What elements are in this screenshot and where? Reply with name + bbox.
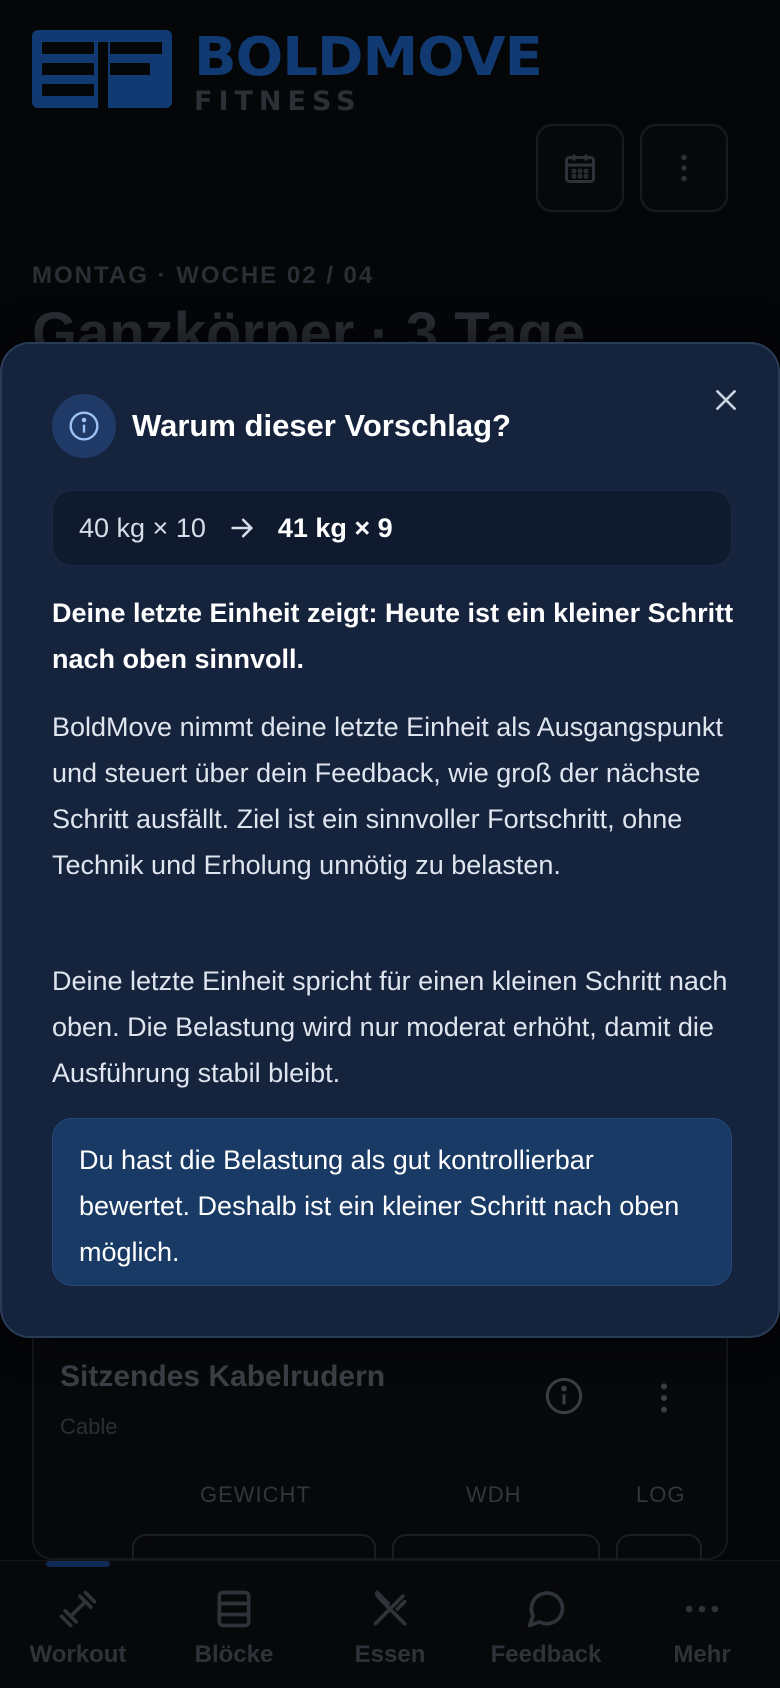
nav-item-mehr[interactable]: Mehr xyxy=(624,1561,780,1688)
nav-active-indicator xyxy=(46,1561,110,1567)
nav-label-feedback: Feedback xyxy=(490,1641,602,1668)
calendar-button[interactable] xyxy=(536,124,624,212)
explanation-modal: Warum dieser Vorschlag? 40 kg × 10 41 kg… xyxy=(0,342,780,1338)
info-icon xyxy=(52,394,116,458)
brand-subtitle: FITNESS xyxy=(194,86,362,117)
nav-item-essen[interactable]: Essen xyxy=(312,1561,468,1688)
nav-label-essen: Essen xyxy=(354,1641,426,1668)
nav-label-workout: Workout xyxy=(29,1641,127,1668)
nav-item-bloecke[interactable]: Blöcke xyxy=(156,1561,312,1688)
feedback-note: Du hast die Belastung als gut kontrollie… xyxy=(52,1118,732,1286)
modal-paragraph-2: Deine letzte Einheit spricht für einen k… xyxy=(52,966,728,1088)
utensils-icon xyxy=(366,1585,414,1633)
calendar-icon xyxy=(565,154,595,183)
close-button[interactable] xyxy=(704,378,748,422)
modal-paragraph-1: BoldMove nimmt deine letzte Einheit als … xyxy=(52,712,723,880)
close-icon xyxy=(716,390,736,410)
exercise-more-icon[interactable] xyxy=(644,1378,684,1418)
arrow-right-icon xyxy=(231,518,253,538)
modal-title: Warum dieser Vorschlag? xyxy=(132,408,511,443)
dumbbell-icon xyxy=(54,1585,102,1633)
nav-label-bloecke: Blöcke xyxy=(194,1641,274,1668)
header-more-button[interactable] xyxy=(640,124,728,212)
previous-load: 40 kg × 10 xyxy=(79,512,206,543)
blocks-icon xyxy=(210,1585,258,1633)
more-vertical-icon xyxy=(681,154,687,182)
exercise-card: Sitzendes Kabelrudern Cable GEWICHT WDH … xyxy=(32,1300,728,1574)
modal-header: Warum dieser Vorschlag? xyxy=(52,394,511,458)
nav-item-feedback[interactable]: Feedback xyxy=(468,1561,624,1688)
brand-name: BOLDMOVE xyxy=(194,26,543,89)
bottom-navigation: Workout Blöcke Essen Feedback Mehr xyxy=(0,1560,780,1688)
chat-icon xyxy=(522,1585,570,1633)
exercise-info-icon[interactable] xyxy=(544,1376,584,1416)
column-header-log: LOG xyxy=(636,1482,686,1507)
nav-item-workout[interactable]: Workout xyxy=(0,1561,156,1688)
brand-mark-icon xyxy=(32,30,172,108)
brand-logo: BOLDMOVE FITNESS xyxy=(32,26,552,115)
day-week-label: MONTAG · WOCHE 02 / 04 xyxy=(32,262,375,289)
column-header-weight: GEWICHT xyxy=(200,1482,311,1507)
more-horizontal-icon xyxy=(678,1585,726,1633)
exercise-equipment: Cable xyxy=(60,1414,118,1439)
column-header-reps: WDH xyxy=(466,1482,522,1507)
exercise-name: Sitzendes Kabelrudern xyxy=(60,1360,386,1393)
modal-lead-text: Deine letzte Einheit zeigt: Heute ist ei… xyxy=(52,598,734,674)
nav-label-mehr: Mehr xyxy=(673,1641,731,1668)
suggested-load: 41 kg × 9 xyxy=(277,512,393,543)
load-change-box: 40 kg × 10 41 kg × 9 xyxy=(52,490,732,566)
